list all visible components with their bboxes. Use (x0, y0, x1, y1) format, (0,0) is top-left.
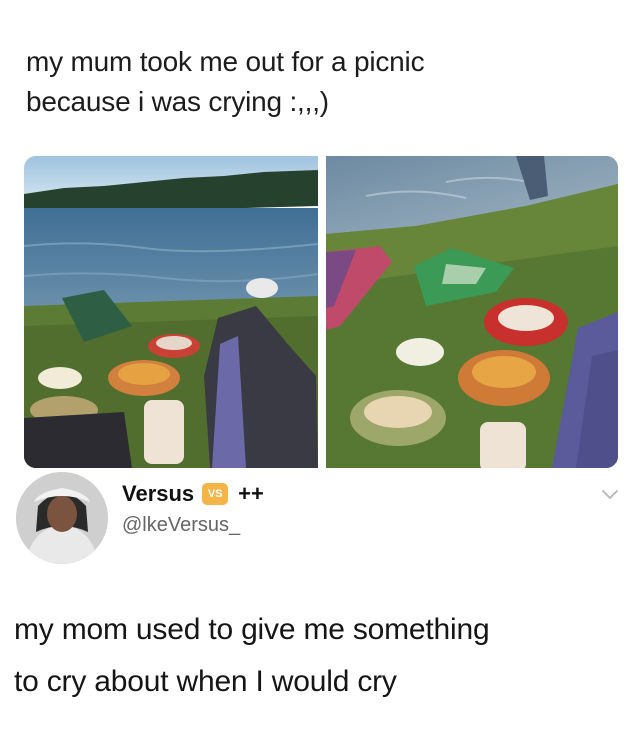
reply-text-line-1: my mom used to give me something (14, 613, 490, 646)
chevron-down-icon[interactable] (600, 484, 620, 504)
photo-grid (24, 156, 618, 468)
author-name-row: Versus VS ++ (122, 480, 264, 508)
reply-text-line-2: to cry about when I would cry (14, 665, 397, 698)
avatar[interactable] (16, 472, 108, 564)
reply-text: my mom used to give me something to cry … (14, 604, 624, 708)
author-handle[interactable]: @lkeVersus_ (122, 514, 240, 537)
verified-badge-icon: VS (202, 483, 229, 505)
author-name[interactable]: Versus (122, 481, 194, 507)
reply-author: Versus VS ++ @lkeVersus_ (16, 470, 626, 570)
picnic-lake-photo[interactable] (24, 156, 318, 468)
picnic-grass-photo[interactable] (326, 156, 618, 468)
post-text-line-1: my mum took me out for a picnic (26, 46, 425, 77)
post-text: my mum took me out for a picnic because … (26, 42, 616, 122)
author-name-suffix: ++ (238, 481, 264, 506)
post-text-line-2: because i was crying :,,,) (26, 86, 329, 117)
